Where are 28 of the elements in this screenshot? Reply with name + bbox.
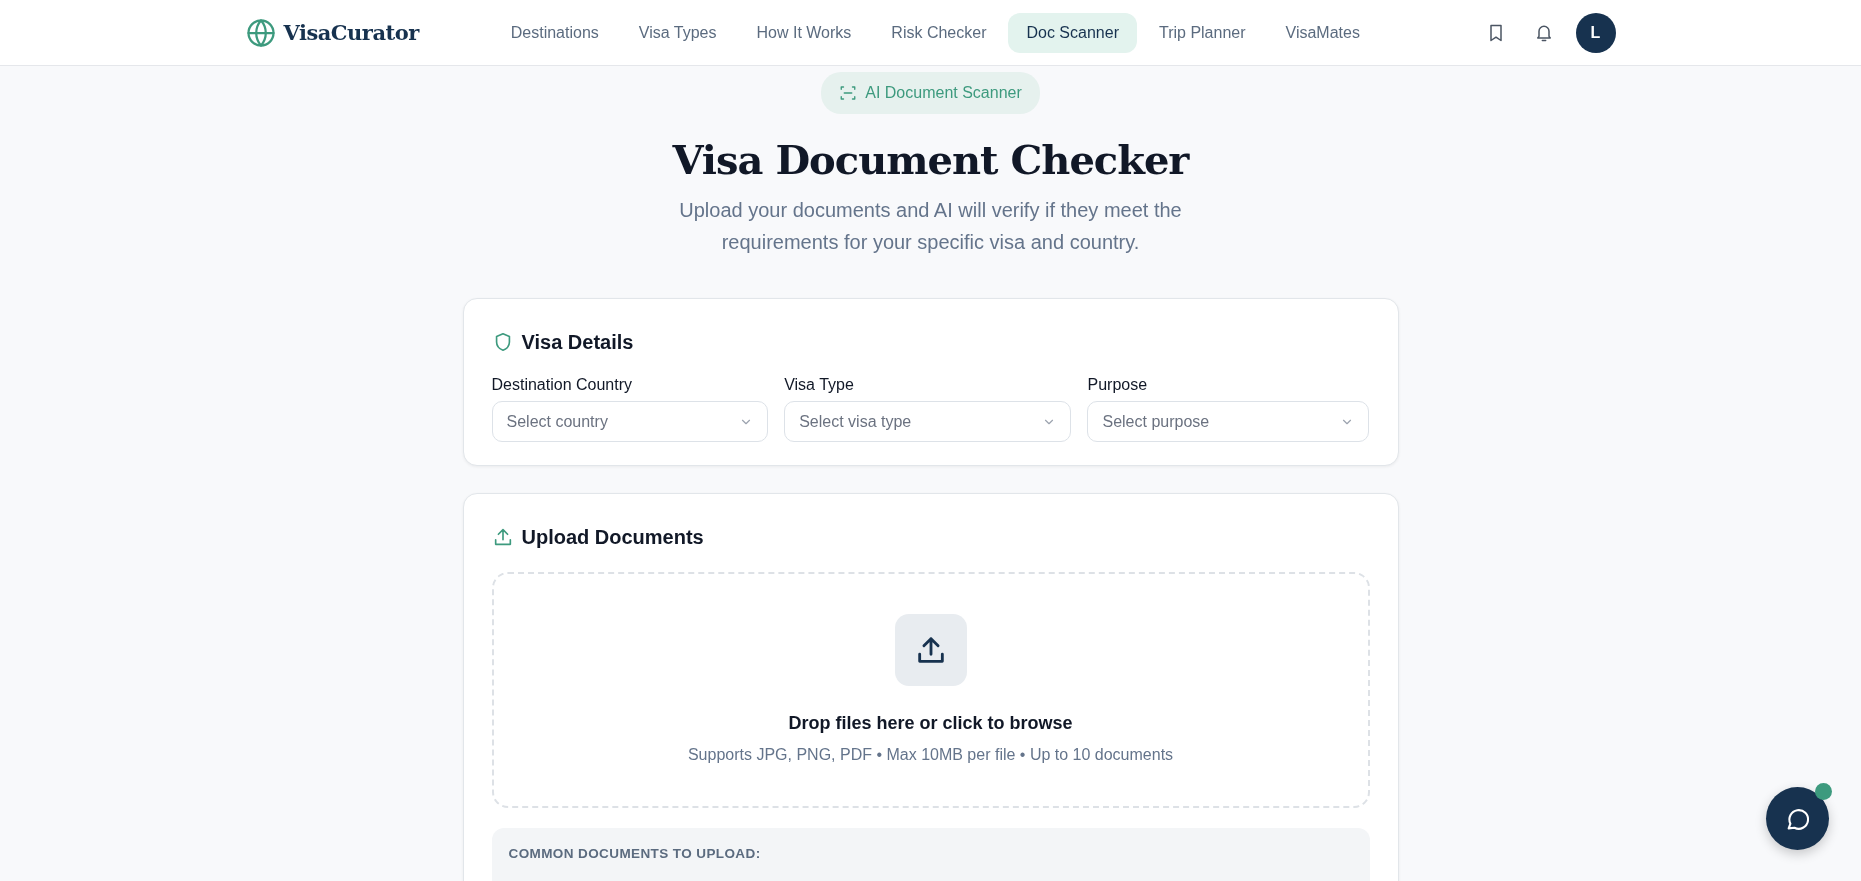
nav-link[interactable]: Doc Scanner — [1008, 12, 1137, 53]
select-field[interactable]: Select purpose — [1087, 401, 1370, 442]
drop-title: Drop files here or click to browse — [788, 711, 1073, 735]
section-heading: COMMON DOCUMENTS TO UPLOAD: — [508, 845, 762, 863]
scan-icon — [839, 84, 858, 102]
chat-button[interactable] — [1766, 787, 1829, 850]
field-label: Purpose — [1087, 375, 1149, 395]
card-title: Visa Details — [521, 330, 634, 355]
field-label: Visa Type — [784, 375, 855, 395]
drop-zone[interactable]: Drop files here or click to browse Supports JPG, PNG, PDF • Max 10MB per file • Up to 10 documents — [491, 572, 1370, 808]
page-title: Visa Document Checker — [671, 136, 1191, 184]
badge-label: AI Document Scanner — [865, 83, 1022, 103]
select-field[interactable]: Select visa type — [784, 401, 1072, 442]
user-avatar[interactable]: L — [1575, 12, 1616, 53]
nav-link[interactable]: Visa Types — [620, 12, 735, 53]
nav-link[interactable]: Destinations — [492, 12, 617, 53]
upload-button[interactable] — [894, 613, 967, 686]
drop-hint: Supports JPG, PNG, PDF • Max 10MB per file • Up to 10 documents — [687, 744, 1174, 765]
nav-link[interactable]: Trip Planner — [1140, 12, 1264, 53]
field-label: Destination Country — [491, 375, 633, 395]
nav-link[interactable]: How It Works — [738, 12, 870, 53]
globe-icon — [245, 17, 276, 48]
page-subtitle: Upload your documents and AI will verify if they meet the requirements for your specific visa and country. — [678, 198, 1183, 255]
card-title: Upload Documents — [521, 525, 704, 550]
brand-name[interactable]: VisaCurator — [283, 16, 419, 49]
select-field[interactable]: Select country — [491, 401, 769, 442]
nav-link[interactable]: VisaMates — [1267, 12, 1378, 53]
nav-link[interactable]: Risk Checker — [873, 12, 1005, 53]
